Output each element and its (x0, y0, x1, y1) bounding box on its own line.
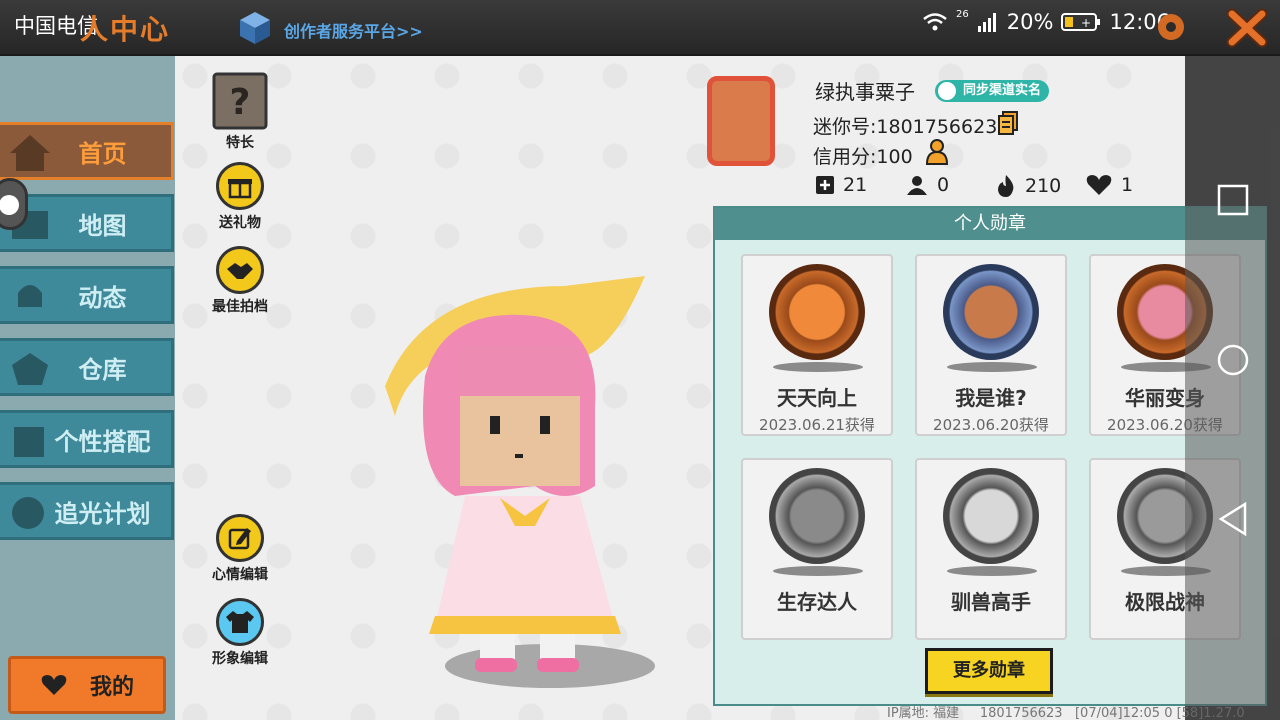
send-gift-button[interactable]: 送礼物 (200, 162, 280, 232)
fans-count: 0 (937, 174, 950, 196)
close-icon[interactable] (1224, 6, 1270, 50)
sidebar-item-home[interactable]: 首页 (0, 122, 174, 180)
medal-shadow (947, 566, 1037, 576)
calendar-medal-icon (769, 264, 865, 360)
medal-panel: 个人勋章 天天向上 2023.06.21获得 我是谁? 2023.06.20获得… (713, 206, 1267, 706)
sidebar-item-feed[interactable]: 动态 (0, 266, 174, 324)
real-name-badge[interactable]: 同步渠道实名 (935, 80, 1050, 102)
credit-score: 信用分:100 (813, 146, 913, 168)
creator-platform-link[interactable]: 创作者服务平台>> (284, 18, 423, 42)
heat-stat[interactable]: 210 (995, 174, 1061, 198)
footer-uid: 1801756623 (979, 706, 1063, 720)
credit-user-icon[interactable] (925, 138, 951, 166)
sidebar-item-label: 追光计划 (54, 499, 151, 528)
sidebar-item-warehouse[interactable]: 仓库 (0, 338, 174, 396)
mini-id: 迷你号:1801756623 (813, 116, 998, 138)
likes-stat[interactable]: 1 (1085, 174, 1133, 196)
signal-icon (977, 13, 996, 32)
specialty-button[interactable]: ? 特长 (200, 72, 280, 152)
medal-name: 我是谁? (955, 386, 1027, 410)
question-box-icon: ? (212, 72, 268, 130)
likes-count: 1 (1121, 174, 1134, 196)
send-gift-label: 送礼物 (219, 215, 261, 231)
outfit-edit-icon (216, 598, 264, 646)
recent-apps-icon[interactable] (1217, 184, 1249, 216)
sidebar: 首页 地图 动态 仓库 个性搭配 追光计划 (0, 56, 175, 720)
mood-edit-button[interactable]: 心情编辑 (200, 514, 280, 584)
signal-type-label: 26 (956, 8, 969, 20)
sidebar-item-outfit[interactable]: 个性搭配 (0, 410, 174, 468)
mood-edit-label: 心情编辑 (212, 567, 268, 583)
fans-icon (907, 176, 927, 195)
medal-card[interactable]: 我是谁? 2023.06.20获得 (915, 254, 1067, 436)
sidebar-item-label: 仓库 (78, 355, 127, 384)
heat-count: 210 (1025, 175, 1062, 197)
edit-icon (216, 514, 264, 562)
medal-name: 驯兽高手 (951, 590, 1031, 614)
top-bar: 中国电信 人中心 创作者服务平台>> 26 20% + 12:06 (0, 0, 1280, 56)
medal-name: 生存达人 (777, 590, 857, 614)
best-partner-button[interactable]: 最佳拍档 (200, 246, 280, 316)
sidebar-item-label: 个性搭配 (54, 427, 151, 456)
mine-button[interactable]: 我的 (8, 656, 166, 714)
status-indicators: 26 20% + 12:06 (922, 8, 1170, 34)
fire-icon (998, 175, 1014, 197)
campfire-medal-icon (769, 468, 865, 564)
medal-shadow (773, 362, 863, 372)
battery-percent: 20% (1006, 10, 1054, 34)
page-title: 人中心 (80, 13, 171, 46)
medal-name: 天天向上 (777, 386, 857, 410)
gift-icon (216, 162, 264, 210)
ip-location: IP属地: 福建 (887, 706, 960, 720)
system-nav-bar (1185, 56, 1280, 720)
best-partner-label: 最佳拍档 (212, 299, 268, 315)
svg-text:+: + (1081, 16, 1091, 30)
avatar-character[interactable] (365, 266, 705, 696)
mine-label: 我的 (89, 675, 134, 700)
medal-date: 2023.06.20获得 (933, 416, 1049, 434)
heart-icon (1086, 175, 1112, 195)
medal-shadow (773, 566, 863, 576)
heart-icon (41, 675, 67, 695)
medal-card[interactable]: 生存达人 (741, 458, 893, 640)
home-icon[interactable] (1217, 344, 1249, 376)
plus-square-icon (816, 176, 834, 194)
back-icon[interactable] (1217, 502, 1249, 536)
wifi-icon (923, 13, 947, 31)
user-icon (938, 82, 956, 100)
medal-date: 2023.06.21获得 (759, 416, 875, 434)
cube-icon[interactable] (238, 10, 272, 46)
medal-shadow (947, 362, 1037, 372)
fans-stat[interactable]: 0 (905, 174, 949, 196)
medal-card[interactable]: 天天向上 2023.06.21获得 (741, 254, 893, 436)
gear-icon[interactable] (1154, 10, 1188, 44)
battery-icon: + (1061, 13, 1101, 31)
main-content: ? 特长 送礼物 最佳拍档 心情编辑 形象编辑 绿执事粟子 同步渠道实名 迷你号… (175, 56, 1267, 720)
medal-card[interactable]: 驯兽高手 (915, 458, 1067, 640)
image-edit-label: 形象编辑 (212, 651, 268, 667)
follow-count: 21 (843, 174, 868, 196)
follow-stat[interactable]: 21 (815, 174, 867, 196)
id-card-medal-icon (943, 264, 1039, 360)
specialty-label: 特长 (226, 135, 254, 151)
copy-icon[interactable] (997, 110, 1019, 136)
floating-toggle[interactable] (0, 178, 28, 230)
real-name-label: 同步渠道实名 (963, 83, 1042, 98)
handshake-icon (216, 246, 264, 294)
svg-text:?: ? (230, 82, 251, 123)
more-medals-button[interactable]: 更多勋章 (925, 648, 1053, 694)
sidebar-item-label: 动态 (78, 283, 127, 312)
sidebar-item-light-plan[interactable]: 追光计划 (0, 482, 174, 540)
sidebar-item-label: 地图 (78, 211, 127, 240)
player-name: 绿执事粟子 (815, 80, 915, 104)
beast-tamer-medal-icon (943, 468, 1039, 564)
avatar[interactable] (707, 76, 775, 166)
image-edit-button[interactable]: 形象编辑 (200, 598, 280, 668)
sidebar-item-label: 首页 (78, 139, 127, 168)
medal-panel-title: 个人勋章 (715, 208, 1265, 240)
